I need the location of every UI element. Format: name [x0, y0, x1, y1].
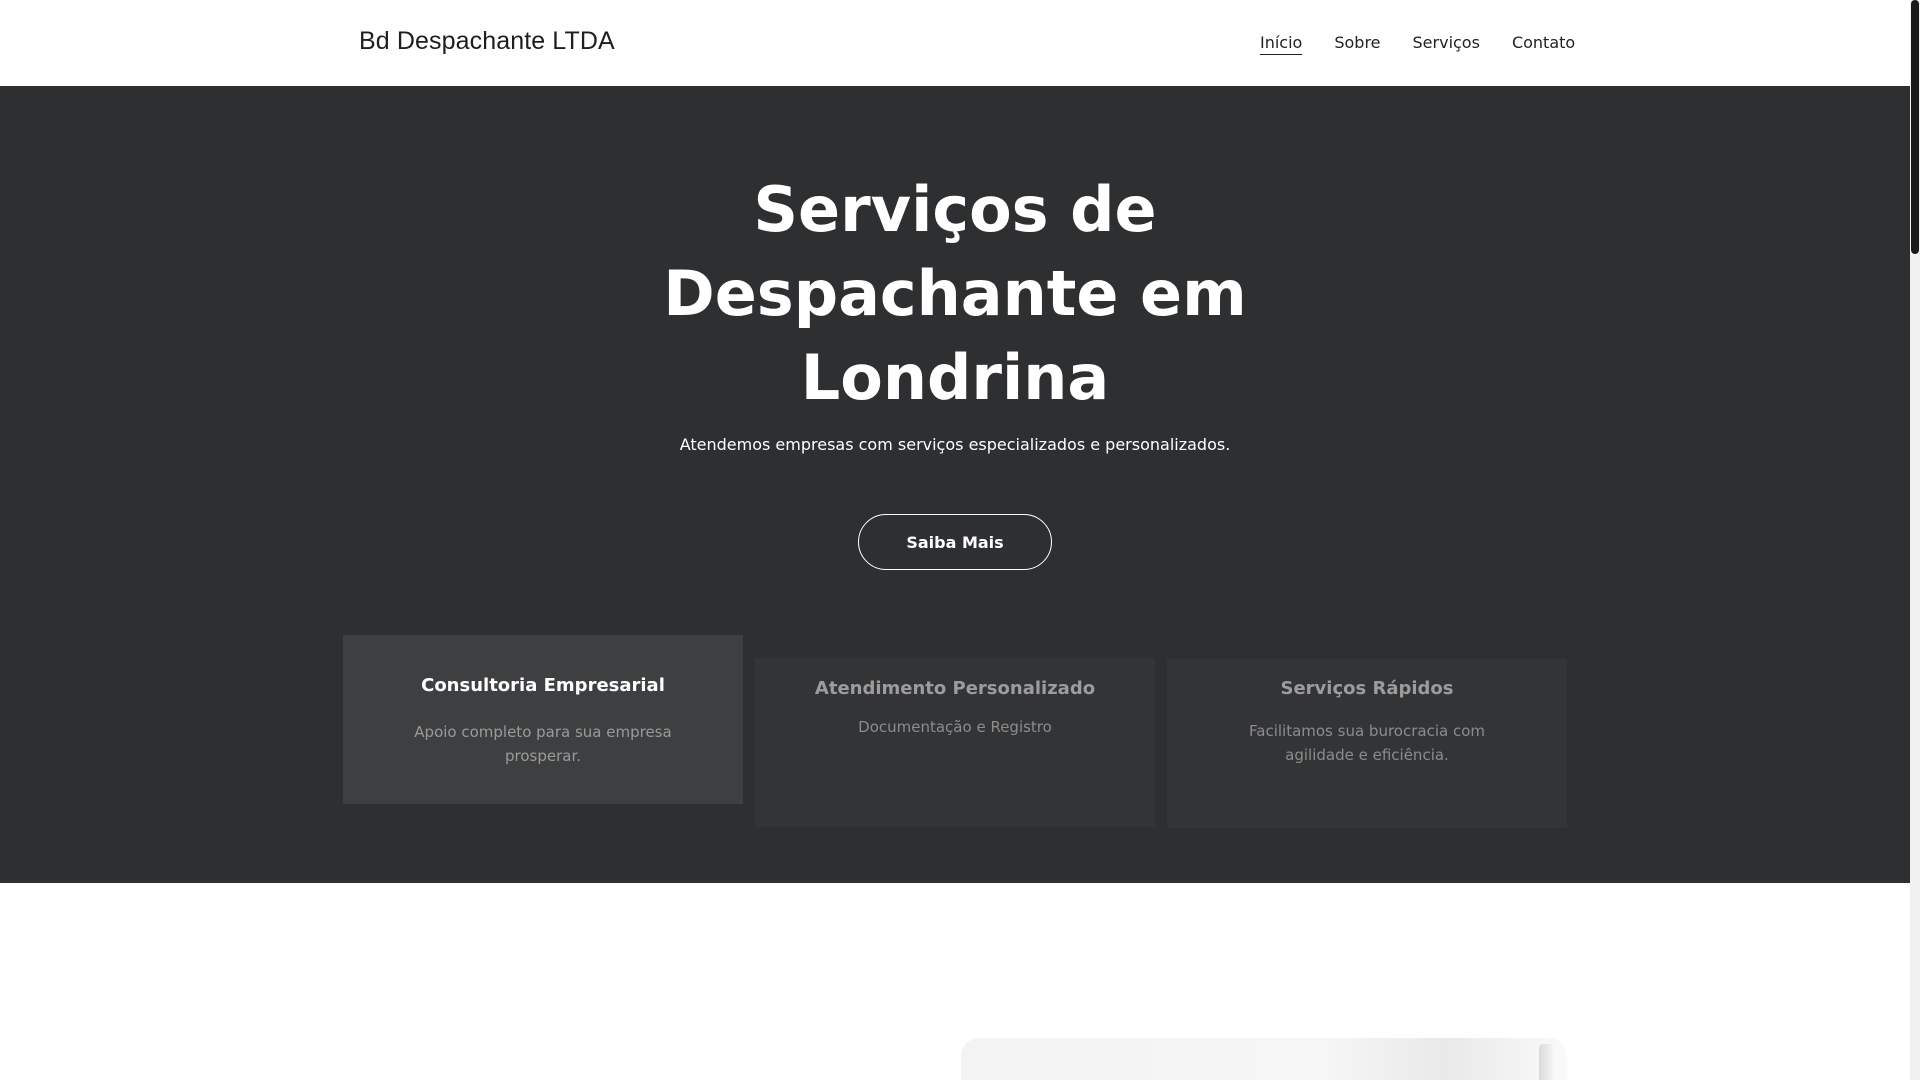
nav-link-sobre[interactable]: Sobre	[1334, 33, 1380, 55]
page: Bd Despachante LTDA Início Sobre Serviço…	[0, 0, 1920, 1080]
service-card-title: Consultoria Empresarial	[421, 675, 665, 696]
service-card-title: Serviços Rápidos	[1280, 678, 1454, 699]
service-card-text: Facilitamos sua burocracia com agilidade…	[1249, 722, 1485, 764]
service-card-atendimento[interactable]: Atendimento Personalizado Documentação e…	[755, 658, 1155, 827]
hero-title: Serviços de Despachante em Londrina	[0, 168, 1910, 420]
site-header: Bd Despachante LTDA Início Sobre Serviço…	[0, 0, 1910, 86]
scrollbar-thumb[interactable]	[1911, 0, 1919, 254]
main-nav: Início Sobre Serviços Contato	[1260, 33, 1575, 55]
hero-title-line: Despachante em	[663, 257, 1247, 330]
nav-link-inicio[interactable]: Início	[1260, 33, 1303, 55]
hero-subtitle: Atendemos empresas com serviços especial…	[679, 435, 1231, 454]
brand-logo-text[interactable]: Bd Despachante LTDA	[359, 27, 615, 56]
service-card-servicos-rapidos[interactable]: Serviços Rápidos Facilitamos sua burocra…	[1167, 659, 1567, 828]
saiba-mais-button[interactable]: Saiba Mais	[858, 514, 1052, 570]
service-card-text: Documentação e Registro	[858, 718, 1052, 736]
hero-title-line: Londrina	[800, 341, 1110, 414]
image-detail	[1539, 1044, 1553, 1080]
hero-section: Serviços de Despachante em Londrina Aten…	[0, 86, 1910, 883]
service-card-text: Apoio completo para sua empresa prospera…	[414, 723, 672, 765]
about-image	[961, 1038, 1567, 1080]
nav-link-contato[interactable]: Contato	[1512, 33, 1575, 55]
service-card-title: Atendimento Personalizado	[814, 678, 1096, 699]
page-scrollbar[interactable]	[1910, 0, 1920, 1080]
service-card-consultoria[interactable]: Consultoria Empresarial Apoio completo p…	[343, 635, 743, 804]
nav-link-servicos[interactable]: Serviços	[1413, 33, 1480, 55]
hero-title-line: Serviços de	[753, 173, 1157, 246]
